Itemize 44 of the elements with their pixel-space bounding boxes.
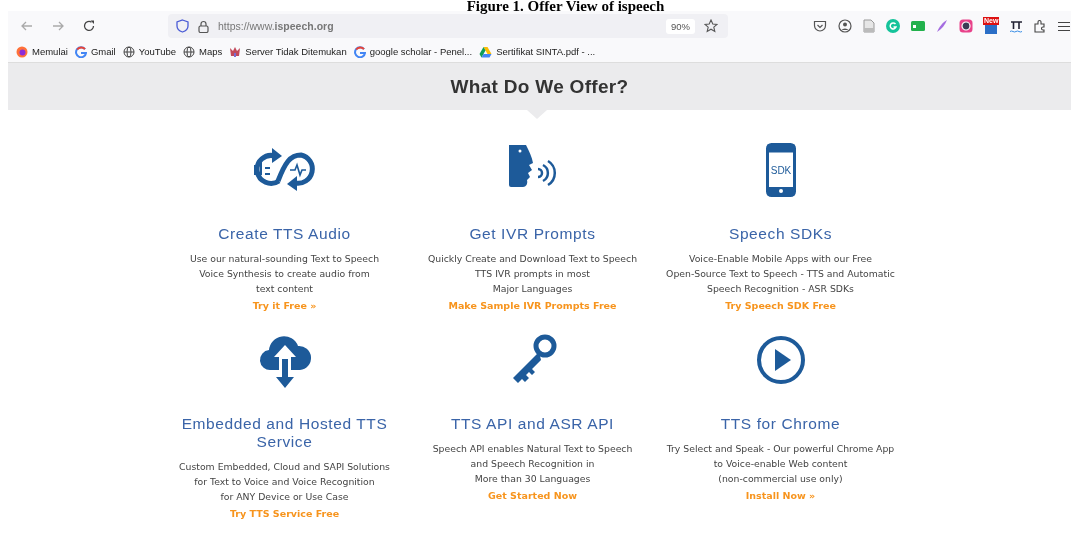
extensions-icon[interactable] [1034,19,1047,33]
offer-description: Try Select and Speak - Our powerful Chrome App to Voice-enable Web content (non-commercial use only) [666,442,895,486]
bookmark-item[interactable]: YouTube [122,45,177,58]
shield-icon [176,19,189,33]
bookmark-item[interactable]: Maps [183,45,223,58]
offer-description: Quickly Create and Download Text to Speech TTS IVR prompts in most Major Languages [427,252,638,296]
offer-description: Voice-Enable Mobile Apps with our Free Open-Source Text to Speech - TTS and Automatic Speech Recognition - ASR SDKs [666,252,895,296]
url-text: https://www.ispeech.org [218,20,335,32]
offer-title: TTS for Chrome [720,415,841,433]
offer-title: Create TTS Audio [218,225,351,243]
pocket-icon[interactable] [813,19,827,33]
bookmark-item[interactable]: Memulai [16,45,68,58]
menu-icon[interactable] [1058,20,1070,32]
account-icon[interactable] [838,19,852,33]
offer-description: Use our natural-sounding Text to Speech Voice Synthesis to create audio from text content [189,252,380,296]
bookmark-item[interactable]: Gmail [74,45,116,58]
bookmark-item[interactable]: Sertifikat SINTA.pdf - ... [479,45,596,58]
address-bar[interactable]: https://www.ispeech.org 90% [168,14,728,38]
ring-icon[interactable] [959,19,973,33]
offer-title: Embedded and Hosted TTS Service [180,415,389,451]
tile-icon[interactable] [911,20,925,32]
bookmark-item[interactable]: google scholar - Penel... [353,45,473,58]
section-title: What Do We Offer? [450,75,629,98]
star-icon[interactable] [704,19,718,33]
crown-icon [229,45,242,58]
offer-description: Speech API enables Natural Text to Speech and Speech Recognition in More than 30 Languages [432,442,633,486]
triangle-logo-icon [479,45,493,58]
reload-icon[interactable] [82,19,96,33]
globe-icon [122,45,135,58]
zoom-level-badge[interactable]: 90% [666,18,695,34]
offer-title: TTS API and ASR API [450,415,614,433]
phone-sdk-icon: SDK [765,143,796,197]
g-logo-icon [353,45,366,58]
play-circle-icon [754,334,807,386]
g-logo-icon [74,45,87,58]
globe-icon [183,45,196,58]
bookmark-item[interactable]: Server Tidak Ditemukan [229,45,347,58]
lock-icon [198,19,209,33]
translate-icon[interactable] [1009,19,1023,33]
browser-logo-icon [16,45,28,58]
offer-title: Get IVR Prompts [469,225,596,243]
offer-title: Speech SDKs [728,225,833,243]
feather-icon[interactable] [936,19,948,33]
offer-description: Custom Embedded, Cloud and SAPI Solutions for Text to Voice and Voice Recognition for ANY Device or Use Case [179,460,390,504]
